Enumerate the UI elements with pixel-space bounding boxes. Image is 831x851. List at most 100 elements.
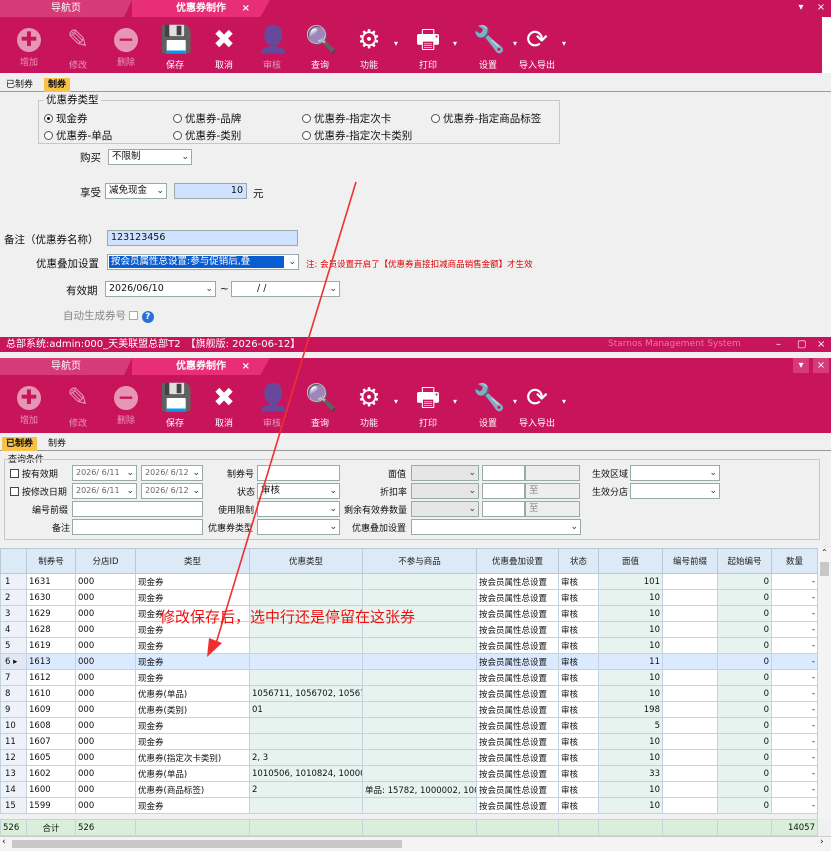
discount-from[interactable] (482, 483, 525, 499)
scroll-thumb[interactable] (820, 562, 829, 576)
chevron-down-icon[interactable]: ▾ (453, 397, 457, 406)
save-button[interactable]: 💾 保存 (152, 25, 198, 71)
remain-to[interactable]: 至 (525, 501, 580, 517)
scroll-up-icon[interactable]: ⌃ (821, 548, 828, 557)
subtab-make[interactable]: 制券 (44, 437, 70, 451)
column-header[interactable]: 优惠类型 (249, 548, 363, 574)
horizontal-scrollbar[interactable]: ‹ › (0, 836, 831, 850)
by-modify-check[interactable]: 按修改日期 (10, 485, 67, 498)
valid-from-date[interactable]: 2026/ 6/11 ⌄ (72, 465, 137, 481)
enjoy-type-select[interactable]: 减免现金 ⌄ (105, 183, 167, 199)
use-limit-select[interactable]: ⌄ (257, 501, 340, 517)
table-row[interactable]: 11 1607 000 现金券 按会员属性总设置 审核 10 0- (0, 733, 818, 750)
function-button[interactable]: ⚙ 功能 ▾ (346, 383, 398, 429)
voucher-no-input[interactable] (257, 465, 340, 481)
modify-button[interactable]: ✎ 修改 (55, 383, 101, 429)
radio-cash[interactable]: 现金券 (44, 111, 88, 126)
print-button[interactable]: 🖶 打印 ▾ (405, 383, 457, 429)
status-select[interactable]: 审核 ⌄ (257, 483, 340, 499)
minimize-icon[interactable]: ▾ (793, 358, 809, 373)
import-export-button[interactable]: ⟳ 导入导出 ▾ (514, 25, 566, 71)
table-row[interactable]: 6 ▸ 1613 000 现金券 按会员属性总设置 审核 11 0- (0, 653, 818, 670)
radio-brand[interactable]: 优惠券-品牌 (173, 111, 241, 126)
stack-select[interactable]: 按会员属性总设置:参与促销后,叠 ⌄ (107, 254, 299, 270)
save-button[interactable]: 💾 保存 (152, 383, 198, 429)
add-button[interactable]: ✚ 增加 (6, 383, 52, 426)
valid-to-date[interactable]: 2026/ 6/12 ⌄ (141, 465, 203, 481)
settings-button[interactable]: 🔧 设置 ▾ (465, 383, 517, 429)
discount-to[interactable]: 至 (525, 483, 580, 499)
hscroll-thumb[interactable] (12, 840, 402, 848)
subtab-made[interactable]: 已制券 (2, 437, 38, 451)
delete-button[interactable]: − 删除 (103, 25, 149, 68)
help-icon[interactable]: ? (141, 311, 154, 323)
chevron-down-icon[interactable]: ▾ (453, 39, 457, 48)
tab-nav-page[interactable]: 导航页 (0, 0, 132, 17)
modify-to-date[interactable]: 2026/ 6/12 ⌄ (141, 483, 203, 499)
table-row[interactable]: 10 1608 000 现金券 按会员属性总设置 审核 5 0- (0, 717, 818, 734)
column-header[interactable]: 状态 (558, 548, 599, 574)
remark-query-input[interactable] (72, 519, 203, 535)
tab-nav-page[interactable]: 导航页 (0, 358, 132, 375)
region-select[interactable]: ⌄ (630, 465, 720, 481)
branch-select[interactable]: ⌄ (630, 483, 720, 499)
vertical-scrollbar[interactable]: ⌃ (817, 548, 831, 819)
remark-input[interactable]: 123123456 (107, 230, 298, 246)
close-tab-icon[interactable]: × (242, 0, 250, 17)
column-header[interactable]: 编号前缀 (662, 548, 718, 574)
minimize-icon[interactable]: – (776, 337, 781, 352)
radio-card-category[interactable]: 优惠券-指定次卡类别 (302, 128, 412, 143)
chevron-down-icon[interactable]: ▾ (562, 397, 566, 406)
remain-op[interactable]: ⌄ (411, 501, 479, 517)
column-header[interactable]: 优惠叠加设置 (476, 548, 559, 574)
valid-to-input[interactable]: / / ⌄ (231, 281, 340, 297)
auto-number-checkbox[interactable] (129, 311, 139, 320)
buy-select[interactable]: 不限制 ⌄ (108, 149, 192, 165)
settings-button[interactable]: 🔧 设置 ▾ (465, 25, 517, 71)
table-row[interactable]: 81610000优惠券(单品)1056711, 1056702, 1056701… (0, 685, 818, 702)
checkbox[interactable] (10, 487, 19, 496)
audit-button[interactable]: 👤 审核 (249, 383, 295, 429)
tab-coupon-make[interactable]: 优惠券制作 × (132, 358, 270, 375)
discount-op[interactable]: ⌄ (411, 483, 479, 499)
subtab-made[interactable]: 已制券 (2, 78, 37, 92)
cancel-button[interactable]: ✖ 取消 (201, 383, 247, 429)
face-value-from[interactable] (482, 465, 525, 481)
table-row[interactable]: 7 1612 000 现金券 按会员属性总设置 审核 10 0- (0, 669, 818, 686)
table-row[interactable]: 15 1599 000 现金券 按会员属性总设置 审核 10 0- (0, 797, 818, 814)
modify-button[interactable]: ✎ 修改 (55, 25, 101, 71)
cancel-button[interactable]: ✖ 取消 (201, 25, 247, 71)
table-row[interactable]: 2 1630 000 现金券 按会员属性总设置 审核 10 0- (0, 589, 818, 606)
import-export-button[interactable]: ⟳ 导入导出 ▾ (514, 383, 566, 429)
column-header[interactable]: 数量 (771, 548, 818, 574)
column-header[interactable]: 分店ID (75, 548, 136, 574)
audit-button[interactable]: 👤 审核 (249, 25, 295, 71)
column-header[interactable]: 起始编号 (717, 548, 772, 574)
checkbox[interactable] (10, 469, 19, 478)
close-window-icon[interactable]: × (813, 0, 829, 15)
table-row[interactable]: 131602000优惠券(单品)1010506, 1010824, 100001… (0, 765, 818, 782)
radio-single[interactable]: 优惠券-单品 (44, 128, 112, 143)
tab-coupon-make[interactable]: 优惠券制作 × (132, 0, 270, 17)
scroll-right-icon[interactable]: › (820, 837, 824, 847)
stack-query-select[interactable]: ⌄ (411, 519, 581, 535)
radio-card[interactable]: 优惠券-指定次卡 (302, 111, 391, 126)
enjoy-amount-input[interactable]: 10 (174, 183, 247, 199)
close-window-icon[interactable]: × (817, 337, 825, 352)
table-row[interactable]: 9 1609 000 优惠券(类别) 01 按会员属性总设置 审核 198 0- (0, 701, 818, 718)
scroll-left-icon[interactable]: ‹ (2, 837, 6, 847)
subtab-make[interactable]: 制券 (44, 78, 71, 92)
table-row[interactable]: 1 1631 000 现金券 按会员属性总设置 审核 101 0- (0, 573, 818, 590)
query-button[interactable]: 🔍 查询 (297, 25, 343, 71)
chevron-down-icon[interactable]: ▾ (562, 39, 566, 48)
chevron-down-icon[interactable]: ▾ (394, 397, 398, 406)
close-window-icon[interactable]: × (813, 358, 829, 373)
delete-button[interactable]: − 删除 (103, 383, 149, 426)
table-row[interactable]: 12 1605 000 优惠券(指定次卡类别) 2, 3 按会员属性总设置 审核 10 0- (0, 749, 818, 766)
radio-category[interactable]: 优惠券-类别 (173, 128, 241, 143)
minimize-icon[interactable]: ▾ (793, 0, 809, 15)
add-button[interactable]: ✚ 增加 (6, 25, 52, 68)
face-value-to[interactable] (525, 465, 580, 481)
maximize-icon[interactable]: ▢ (797, 337, 806, 352)
table-row[interactable]: 14 1600 000 优惠券(商品标签) 2 单品: 15782, 1000002, 1… (0, 781, 818, 798)
